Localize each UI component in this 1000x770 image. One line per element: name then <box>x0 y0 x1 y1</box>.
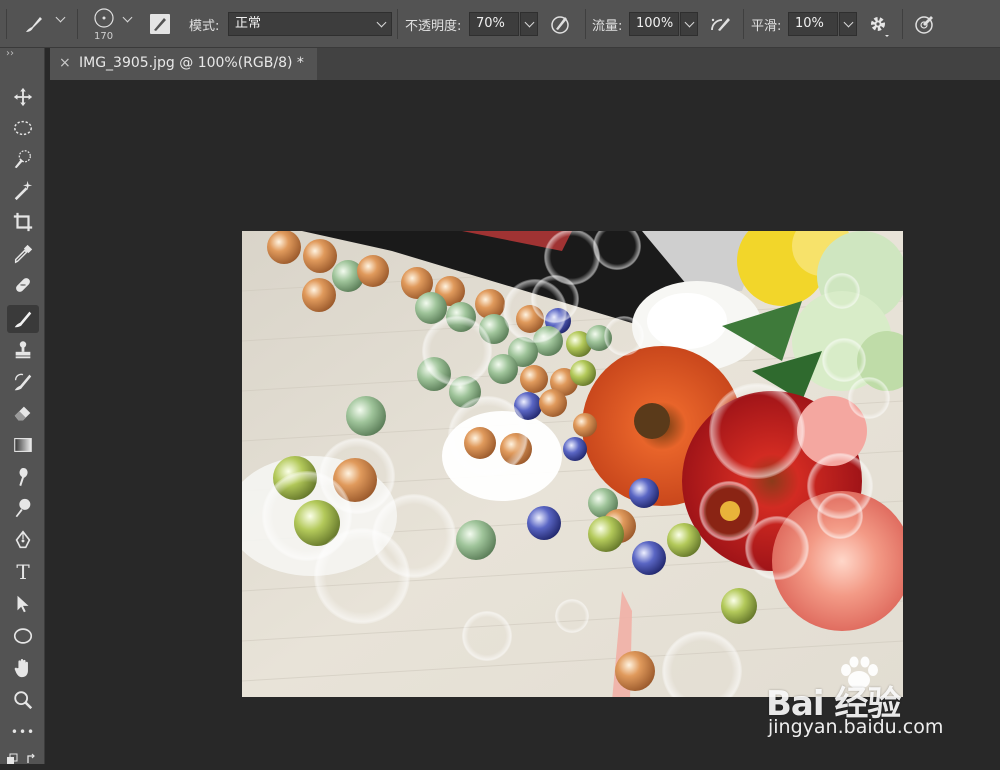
photo-artwork <box>242 231 903 697</box>
brush-tool-preset-icon[interactable] <box>22 12 46 36</box>
clone-stamp-tool[interactable] <box>7 336 39 364</box>
separator <box>743 9 744 39</box>
eraser-icon <box>14 406 31 421</box>
flow-label: 流量: <box>592 19 623 34</box>
smoothing-options-gear-icon[interactable] <box>866 12 892 38</box>
baidu-jingyan-watermark: Bai 经验 jingyan.baidu.com <box>766 656 986 750</box>
hand-icon <box>14 659 28 678</box>
brush-icon <box>14 311 32 328</box>
move-icon <box>13 87 33 107</box>
separator <box>77 9 78 39</box>
cursor-arrow-icon <box>17 595 29 613</box>
magnifier-icon <box>14 691 33 710</box>
opacity-input[interactable]: 70% <box>469 12 519 36</box>
brush-tool[interactable] <box>7 305 39 333</box>
chevron-down-icon <box>376 17 387 28</box>
collapse-panel-button[interactable]: ›› <box>6 48 14 59</box>
pressure-size-icon[interactable] <box>912 12 936 36</box>
magic-wand-icon <box>14 180 33 201</box>
quick-selection-icon <box>14 150 31 169</box>
dodge-tool[interactable] <box>7 494 39 522</box>
document-tab[interactable]: × IMG_3905.jpg @ 100%(RGB/8) * <box>50 48 317 80</box>
healing-brush-tool[interactable] <box>7 271 39 299</box>
crop-tool[interactable] <box>7 208 39 236</box>
pen-tool[interactable] <box>7 526 39 554</box>
ellipsis-icon: ••• <box>10 725 36 739</box>
smudge-tool[interactable] <box>7 463 39 491</box>
gradient-icon <box>14 438 32 452</box>
flow-dropdown-button[interactable] <box>680 12 698 36</box>
brush-settings-panel-icon[interactable] <box>148 12 172 36</box>
tools-panel: ›› T ••• <box>0 48 45 764</box>
more-tools-button[interactable]: ••• <box>7 718 39 746</box>
brush-size-chevron-down-icon[interactable] <box>122 12 134 26</box>
separator <box>397 9 398 39</box>
smudge-finger-icon <box>19 468 28 487</box>
ellipse-shape-icon <box>13 628 33 644</box>
bandage-icon <box>16 278 30 292</box>
chevron-down-icon <box>843 17 854 28</box>
blend-mode-value: 正常 <box>235 16 262 31</box>
zoom-tool[interactable] <box>7 686 39 714</box>
crop-icon <box>13 212 33 232</box>
smoothing-dropdown-button[interactable] <box>839 12 857 36</box>
ellipse-marquee-icon <box>14 120 32 136</box>
flow-input[interactable]: 100% <box>629 12 679 36</box>
preset-chevron-down-icon[interactable] <box>55 12 67 26</box>
separator <box>6 9 7 39</box>
ellipse-tool[interactable] <box>7 622 39 650</box>
document-tab-bar: × IMG_3905.jpg @ 100%(RGB/8) * <box>50 48 1000 80</box>
elliptical-marquee-tool[interactable] <box>7 114 39 142</box>
options-bar: 170 模式: 正常 不透明度: 70% 流量: 100% 平滑: 10% <box>0 0 1000 48</box>
type-tool[interactable]: T <box>7 558 39 586</box>
stamp-icon <box>15 341 31 359</box>
mode-label: 模式: <box>189 19 220 34</box>
close-tab-icon[interactable]: × <box>59 55 71 71</box>
opacity-dropdown-button[interactable] <box>520 12 538 36</box>
document-title: IMG_3905.jpg @ 100%(RGB/8) * <box>79 55 304 71</box>
chevron-down-icon <box>524 17 535 28</box>
opacity-label: 不透明度: <box>405 19 462 34</box>
smoothing-label: 平滑: <box>751 19 782 34</box>
type-icon: T <box>16 560 30 584</box>
pressure-opacity-icon[interactable] <box>548 12 572 36</box>
pen-nib-icon <box>15 530 31 549</box>
watermark-url: jingyan.baidu.com <box>768 716 944 738</box>
gradient-tool[interactable] <box>7 431 39 459</box>
eyedropper-icon <box>14 244 33 264</box>
hand-tool[interactable] <box>7 654 39 682</box>
path-selection-tool[interactable] <box>7 590 39 618</box>
document-canvas-image[interactable] <box>242 231 903 697</box>
brush-size-preview-icon[interactable] <box>92 6 116 30</box>
magic-wand-tool[interactable] <box>7 176 39 204</box>
chevron-down-icon <box>684 17 695 28</box>
smoothing-input[interactable]: 10% <box>788 12 838 36</box>
blend-mode-select[interactable]: 正常 <box>228 12 392 36</box>
eraser-tool[interactable] <box>7 399 39 427</box>
airbrush-icon[interactable] <box>708 12 734 36</box>
move-tool[interactable] <box>7 83 39 111</box>
history-brush-tool[interactable] <box>7 368 39 396</box>
quick-selection-tool[interactable] <box>7 145 39 173</box>
default-colors-icon[interactable] <box>6 751 38 765</box>
separator <box>902 9 903 39</box>
eyedropper-tool[interactable] <box>7 240 39 268</box>
dodge-icon <box>15 498 31 518</box>
history-brush-icon <box>14 373 32 391</box>
brush-size-value: 170 <box>94 31 114 42</box>
separator <box>585 9 586 39</box>
